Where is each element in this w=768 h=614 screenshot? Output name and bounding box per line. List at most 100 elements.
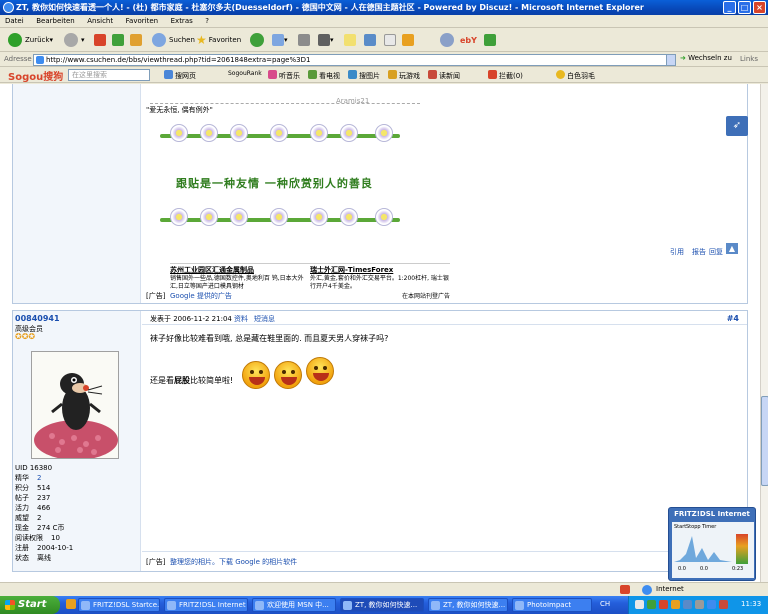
quote-link[interactable]: 引用 <box>670 247 684 257</box>
post-line-1: 袜子好像比较难看到哦, 总是藏在鞋里面的. 而且夏天男人穿袜子吗? <box>150 334 389 343</box>
book-icon <box>402 34 414 46</box>
close-button[interactable]: × <box>753 1 766 14</box>
menu-help[interactable]: ? <box>200 15 214 28</box>
profile-link[interactable]: 资料 <box>234 314 248 324</box>
ebay-button[interactable]: ebY <box>460 32 477 48</box>
edit-icon <box>318 34 330 46</box>
stop-button[interactable] <box>94 32 106 48</box>
refresh-button[interactable] <box>112 32 124 48</box>
research-button[interactable] <box>364 32 376 48</box>
edit-button[interactable]: ▾ <box>318 32 334 48</box>
fritz-tab-start[interactable]: Start <box>674 524 686 530</box>
sogou-news[interactable]: 读新闻 <box>428 70 460 81</box>
mail-button[interactable]: ▾ <box>272 32 288 48</box>
back-arrow-icon <box>8 33 22 47</box>
fritz-tab-timer[interactable]: Timer <box>702 524 716 530</box>
tray-icon[interactable] <box>659 600 668 609</box>
task-ie-2[interactable]: ZT, 教你如何快速... <box>428 598 508 612</box>
menu-extras[interactable]: Extras <box>166 15 198 28</box>
search-button[interactable]: Suchen <box>152 32 195 48</box>
notes-button[interactable] <box>344 32 356 48</box>
sogou-tv[interactable]: 看电视 <box>308 70 340 81</box>
title-bar: ZT, 教你如何快速看透一个人! - (杜) 都市家庭 - 杜塞尔多夫(Dues… <box>0 0 768 15</box>
address-dropdown[interactable] <box>666 54 676 66</box>
post-floor[interactable]: #4 <box>727 314 739 323</box>
tray-icon[interactable] <box>635 600 644 609</box>
tray-icon[interactable] <box>719 600 728 609</box>
fritz-widget[interactable]: FRITZ!DSL Internet Start Stopp Timer 0.0… <box>668 507 756 581</box>
task-photoimpact[interactable]: PhotoImpact <box>512 598 592 612</box>
tray-icon[interactable] <box>647 600 656 609</box>
start-button[interactable]: Start <box>0 596 60 614</box>
bird-icon[interactable]: ➶ <box>726 116 748 136</box>
task-fritz-internet[interactable]: FRITZ!DSL Internet <box>164 598 248 612</box>
report-link[interactable]: 报告 <box>692 247 706 257</box>
sogou-games[interactable]: 玩游戏 <box>388 70 420 81</box>
task-ie-1[interactable]: ZT, 教你如何快速... <box>340 598 424 612</box>
popup-blocked-icon <box>620 585 630 594</box>
home-button[interactable] <box>130 32 142 48</box>
user-stats: UID 16380 精华 2 积分 514 帖子 237 活力 466 威望 2 现金 27… <box>15 464 74 562</box>
fritz-val-2: 0.0 <box>700 566 708 572</box>
ad1-text: 销售国外一些品,德国数控件,奥地利百 钨,日本大外汇,日立等国产进口模具钢材 <box>170 275 304 290</box>
sogou-block[interactable]: 拦截(0) <box>488 70 523 81</box>
footer-ad-link[interactable]: 整理您的相片。下载 Google 的相片软件 <box>170 557 297 567</box>
plugin-icon <box>484 34 496 46</box>
fritz-title: FRITZ!DSL Internet <box>674 510 750 518</box>
favorites-button[interactable]: ★ Favoriten <box>196 32 241 48</box>
fritz-tab-stop[interactable]: Stopp <box>686 524 701 530</box>
sogou-search-input[interactable]: 在这里搜索 <box>68 69 150 81</box>
internet-zone-icon <box>642 585 652 595</box>
print-button[interactable] <box>298 32 310 48</box>
task-msn[interactable]: 欢迎使用 MSN 中... <box>252 598 336 612</box>
flower-border-bottom <box>160 204 400 236</box>
task-fritz-start[interactable]: FRITZ!DSL Startce... <box>78 598 160 612</box>
clock[interactable]: 11:33 <box>741 600 761 608</box>
sogou-web[interactable]: 搜网页 <box>164 70 196 81</box>
scroll-top-icon[interactable]: ▲ <box>726 243 738 254</box>
sogou-images[interactable]: 搜图片 <box>348 70 380 81</box>
menu-bearbeiten[interactable]: Bearbeiten <box>31 15 79 28</box>
sogou-logo[interactable]: Sogou搜狗 <box>8 68 63 83</box>
star-icon: ★ <box>196 33 207 47</box>
tray-icon[interactable] <box>683 600 692 609</box>
menu-bar: Datei Bearbeiten Ansicht Favoriten Extra… <box>0 15 768 28</box>
go-button[interactable]: ➜ Wechseln zu <box>680 54 732 62</box>
address-input[interactable]: http://www.csuchen.de/bbs/viewthread.php… <box>33 54 675 66</box>
tray-icon[interactable] <box>671 600 680 609</box>
rank-stars-icon: ✪✪✪ <box>15 332 36 341</box>
menu-favoriten[interactable]: Favoriten <box>121 15 163 28</box>
post-author[interactable]: 00840941 <box>15 314 60 323</box>
back-button[interactable]: Zurück ▾ <box>8 32 53 48</box>
page-content: Aramis21 "爱无永恒, 偶有例外" 跟贴是一种友情 一种欣赏别人的善良 … <box>0 84 760 582</box>
scrollbar-thumb[interactable] <box>761 396 768 486</box>
network-icon[interactable] <box>707 600 716 609</box>
vertical-scrollbar[interactable] <box>760 84 768 582</box>
quicklaunch-icon[interactable] <box>66 599 76 609</box>
advertise-link[interactable]: 在本网站刊登广告 <box>402 291 450 300</box>
minimize-button[interactable]: _ <box>723 1 736 14</box>
links-button[interactable]: Links <box>740 55 758 63</box>
plugin-button[interactable] <box>484 32 496 48</box>
ad1-title[interactable]: 苏州工业园区汇通金属制品 <box>170 265 254 275</box>
reply-link[interactable]: 回复 <box>709 247 723 257</box>
sogou-feather[interactable]: 白色羽毛 <box>556 70 595 81</box>
ad2-title[interactable]: 瑞士外汇网-TimesForex <box>310 265 393 275</box>
messenger-button[interactable] <box>384 32 396 48</box>
sogou-rank[interactable]: SogouRank <box>228 70 262 77</box>
menu-datei[interactable]: Datei <box>0 15 29 28</box>
maximize-button[interactable]: □ <box>738 1 751 14</box>
history-button[interactable] <box>250 32 267 48</box>
book-button[interactable] <box>402 32 414 48</box>
msn-button[interactable] <box>440 32 457 48</box>
status-bar: Internet <box>0 582 768 596</box>
menu-ansicht[interactable]: Ansicht <box>82 15 118 28</box>
language-indicator[interactable]: CH <box>600 600 610 608</box>
forward-button[interactable]: ▾ <box>64 32 85 48</box>
home-icon <box>130 34 142 46</box>
sogou-music[interactable]: 听音乐 <box>268 70 300 81</box>
msn-icon <box>440 33 454 47</box>
volume-icon[interactable] <box>695 600 704 609</box>
google-ads-link[interactable]: Google 提供的广告 <box>170 291 232 301</box>
pm-link[interactable]: 短消息 <box>254 314 275 324</box>
